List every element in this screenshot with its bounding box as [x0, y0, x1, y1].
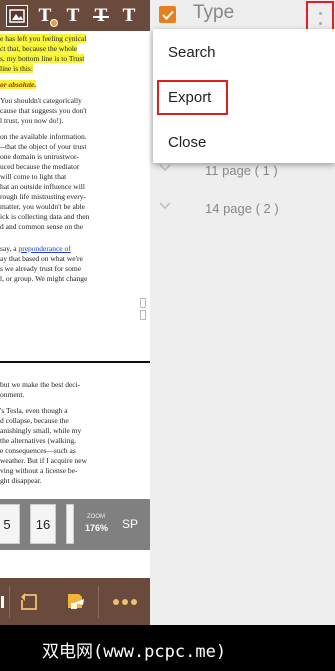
document-page-2: but we make the best deci-onment. 's Tesl…: [0, 380, 150, 486]
text-line: anishingly small, while my: [0, 426, 82, 435]
tree-row-label: 11 page ( 1 ): [205, 163, 278, 178]
menu-item-close[interactable]: Close: [168, 134, 206, 151]
text-line: ving without a license be-: [0, 466, 78, 475]
partial-tool-icon[interactable]: [0, 578, 8, 625]
text-line: one domain is untrustwor-: [0, 152, 79, 161]
page-marker-icon[interactable]: [140, 298, 146, 308]
overflow-dropdown-menu: Search Export Close: [153, 29, 335, 163]
chevron-down-icon: [159, 202, 171, 210]
text-line: You shouldn't categorically: [0, 96, 82, 105]
text-line: line is this:: [0, 64, 33, 73]
text-line: e has left you feeling cynical: [0, 34, 87, 43]
type-header-label: Type: [193, 2, 235, 23]
watermark-bar: 双电网(www.pcpc.me): [0, 625, 335, 671]
toolbar-divider: [9, 586, 10, 618]
zoom-value: 176%: [85, 523, 109, 533]
text-line: but we make the best deci-: [0, 380, 81, 389]
text-line: hat an outside influence will: [0, 182, 85, 191]
text-line: will come to light that: [0, 172, 67, 181]
zoom-label: ZOOM: [87, 514, 105, 520]
text-tool-icon[interactable]: T: [34, 5, 58, 27]
text-line: cause that suggests you don't: [0, 106, 87, 115]
text-line: or absolute.: [0, 80, 37, 89]
text-line: d and common sense on the: [0, 222, 84, 231]
toolbar-divider: [98, 586, 99, 618]
back-icon[interactable]: [12, 578, 46, 625]
check-icon: [161, 10, 174, 20]
note-icon[interactable]: [58, 578, 92, 625]
text-line: s, my bottom line is to Trust: [0, 54, 85, 63]
text-line: matter, you wouldn't be able: [0, 202, 85, 211]
text-line: --that the object of your trust: [0, 142, 87, 151]
text-line: ct that, because the whole: [0, 44, 78, 53]
chevron-down-icon: [159, 164, 171, 172]
text-line: ick is collecting data and then: [0, 212, 90, 221]
text-line: s we already trust for some: [0, 264, 82, 273]
text-line: say, a preponderance of: [0, 244, 71, 253]
bottom-toolbar: [0, 578, 150, 625]
tree-row-label: 14 page ( 2 ): [205, 201, 279, 216]
annotation-toolbar: T T T T: [0, 0, 150, 31]
text-line: ay that based on what we're: [0, 254, 83, 263]
text-line: onment.: [0, 390, 25, 399]
page-thumbnail[interactable]: 16: [30, 504, 56, 544]
text-line: 's Tesla, even though a: [0, 406, 68, 415]
text-line: the alternatives (walking,: [0, 436, 77, 445]
page-thumbnail[interactable]: [66, 504, 74, 544]
text-line: on the available information.: [0, 132, 87, 141]
menu-item-search[interactable]: Search: [168, 44, 216, 61]
document-page-1: e has left you feeling cynical ct that, b…: [0, 34, 150, 284]
reader-pane: T T T T e has left you feeling cynical ct…: [0, 0, 150, 625]
tree-row-14-page[interactable]: 14 page ( 2 ): [150, 194, 335, 224]
page-thumbnail[interactable]: 5: [0, 504, 20, 544]
select-all-checkbox[interactable]: [159, 6, 176, 23]
strikethrough-tool-icon[interactable]: T: [90, 5, 112, 27]
inline-link[interactable]: preponderance of: [18, 244, 70, 253]
squiggly-tool-icon[interactable]: T: [118, 5, 140, 27]
overflow-dot-icon: [319, 22, 322, 25]
text-line: l, or group. We might change: [0, 274, 88, 283]
text-line: rough life mistrusting every-: [0, 192, 87, 201]
text-line: uced because the mediator: [0, 162, 80, 171]
color-dot-icon: [50, 18, 58, 27]
more-options-icon[interactable]: [106, 578, 144, 625]
text-line: d collapse, because the: [0, 416, 69, 425]
overflow-dot-icon: [319, 12, 322, 15]
page-divider: [0, 361, 150, 363]
text-line: weather. But if I acquire new: [0, 456, 88, 465]
underline-tool-icon[interactable]: T: [62, 5, 84, 27]
watermark-text: 双电网(www.pcpc.me): [42, 642, 227, 662]
text-line: e consequences—such as: [0, 446, 76, 455]
export-highlight-callout: [157, 80, 228, 115]
page-marker-icon[interactable]: [140, 310, 146, 320]
sp-button[interactable]: SP: [122, 517, 138, 531]
text-line: l trust, you now do!).: [0, 116, 64, 125]
thumbnail-strip: 5 16 ZOOM 176% SP: [0, 499, 150, 550]
text-line: ght disappear.: [0, 476, 42, 485]
highlight-tool-icon[interactable]: [6, 4, 28, 27]
